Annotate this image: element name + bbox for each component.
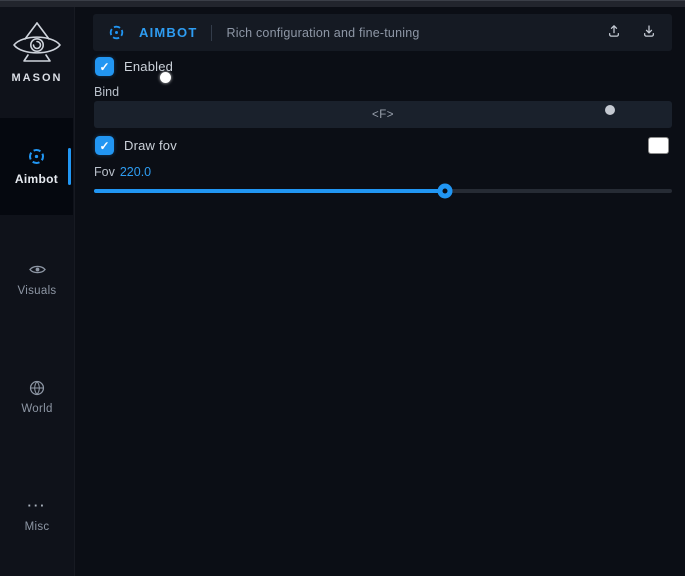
draw-fov-label: Draw fov — [124, 138, 177, 153]
drag-dot — [605, 105, 615, 115]
sidebar: MASON Aimbot Visuals — [0, 7, 75, 576]
crosshair-icon — [27, 147, 46, 166]
sidebar-item-label: Aimbot — [15, 172, 58, 186]
fov-label-text: Fov — [94, 165, 115, 179]
active-tab-accent-bar — [68, 148, 71, 185]
sidebar-item-misc[interactable]: ··· Misc — [0, 496, 74, 533]
fov-value: 220.0 — [120, 165, 151, 179]
cursor-dot — [160, 72, 171, 83]
sidebar-item-label: Misc — [25, 521, 50, 533]
draw-fov-row: ✓ Draw fov — [95, 136, 177, 155]
bind-input[interactable] — [94, 101, 672, 128]
fov-slider-fill — [94, 189, 445, 193]
window-top-strip — [0, 0, 685, 7]
panel-title: AIMBOT — [139, 25, 197, 40]
sidebar-item-world[interactable]: World — [0, 378, 74, 415]
header-divider — [211, 25, 212, 41]
import-config-button[interactable] — [641, 23, 657, 42]
enabled-checkbox[interactable]: ✓ — [95, 57, 114, 76]
checkmark-icon: ✓ — [99, 60, 109, 74]
brand-logo: MASON — [0, 19, 74, 84]
fov-slider[interactable] — [94, 184, 672, 198]
fov-label: Fov 220.0 — [94, 165, 151, 179]
fov-slider-handle[interactable] — [437, 184, 452, 199]
mason-eye-pyramid-icon — [0, 19, 74, 67]
draw-fov-checkbox[interactable]: ✓ — [95, 136, 114, 155]
crosshair-icon — [108, 24, 125, 41]
sidebar-item-aimbot[interactable]: Aimbot — [0, 118, 73, 215]
sidebar-item-visuals[interactable]: Visuals — [0, 260, 74, 297]
panel-header: AIMBOT Rich configuration and fine-tunin… — [93, 14, 672, 51]
panel-subtitle: Rich configuration and fine-tuning — [226, 26, 419, 40]
globe-icon — [28, 378, 46, 397]
checkmark-icon: ✓ — [99, 139, 109, 153]
download-icon — [641, 23, 657, 42]
fov-color-swatch[interactable] — [648, 137, 669, 154]
aimbot-panel: AIMBOT Rich configuration and fine-tunin… — [76, 7, 685, 576]
upload-icon — [606, 23, 622, 42]
bind-label: Bind — [94, 85, 119, 99]
eye-icon — [28, 260, 47, 279]
sidebar-item-label: Visuals — [18, 285, 57, 297]
brand-name: MASON — [0, 72, 74, 84]
export-config-button[interactable] — [606, 23, 622, 42]
sidebar-item-label: World — [21, 403, 52, 415]
ellipsis-icon: ··· — [28, 496, 47, 515]
mason-menu-window: MASON Aimbot Visuals — [0, 0, 685, 576]
